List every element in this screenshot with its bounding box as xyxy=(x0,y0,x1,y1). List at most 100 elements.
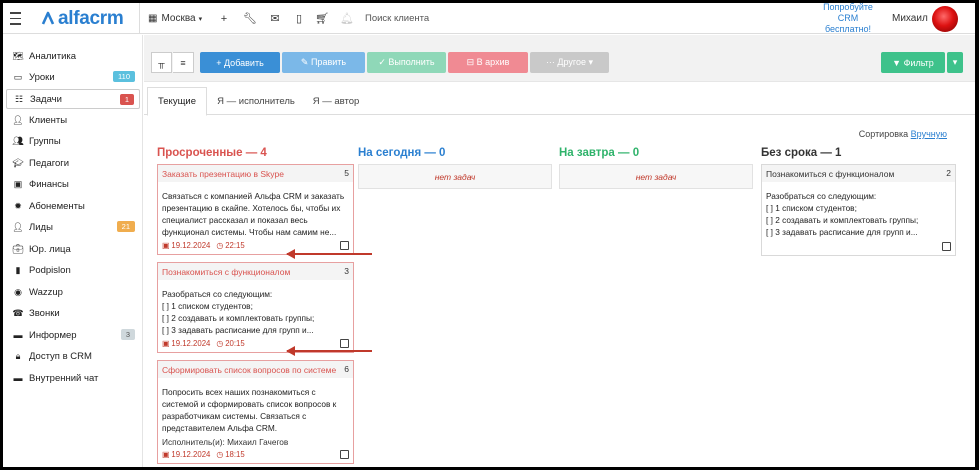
informer-badge: 3 xyxy=(120,329,135,340)
graduation-cap-icon: 🎓︎ xyxy=(12,157,24,168)
task-executor: Исполнитель(и): Михаил Гачегов xyxy=(162,437,289,447)
leads-icon: 👤︎ xyxy=(12,221,24,232)
column-nodate-title: Без срока — 1 xyxy=(761,147,842,159)
tasks-icon: ☷ xyxy=(14,93,24,104)
city-select[interactable]: ▦ Москва ▾ xyxy=(148,3,202,34)
annotation-arrow xyxy=(286,346,372,356)
toolbar: ╥ ≡ + Добавить ✎ Править ✓ Выполнить ⊟ В… xyxy=(144,35,975,82)
mail-icon[interactable]: ✉ xyxy=(266,3,284,34)
task-card[interactable]: Сформировать список вопросов по системе … xyxy=(157,360,354,464)
task-title[interactable]: Заказать презентацию в Skype xyxy=(162,169,284,179)
hamburger-icon xyxy=(9,12,21,14)
other-button[interactable]: ··· Другое ▾ xyxy=(530,52,609,73)
sidebar-item-finance[interactable]: ▣ Финансы xyxy=(6,174,140,194)
task-date: 19.12.2024 xyxy=(171,339,211,348)
kanban-view-button[interactable]: ╥ xyxy=(151,52,172,73)
sidebar-item-tasks[interactable]: ☷ Задачи 1 xyxy=(6,89,140,109)
tab-executor[interactable]: Я — исполнитель xyxy=(207,87,305,116)
task-card[interactable]: Заказать презентацию в Skype 5 Связаться… xyxy=(157,164,354,255)
app-logo[interactable]: alfacrm xyxy=(41,3,124,34)
sidebar-item-crm-access[interactable]: 🔒︎ Доступ в CRM xyxy=(6,346,140,366)
sidebar-item-wazzup[interactable]: ◉ Wazzup xyxy=(6,282,140,302)
sidebar-item-podpislon[interactable]: ▮ Podpislon xyxy=(6,260,140,280)
task-text: Связаться с компанией Альфа CRM и заказа… xyxy=(162,191,345,237)
bell-icon[interactable]: 🔔︎ xyxy=(338,3,356,34)
caret-down-icon: ▾ xyxy=(198,15,203,23)
tab-author[interactable]: Я — автор xyxy=(305,87,367,116)
sidebar-item-clients[interactable]: 👤︎ Клиенты xyxy=(6,110,140,130)
calendar-icon: ▣ xyxy=(162,339,170,348)
clock-icon: ◷ xyxy=(216,339,224,348)
task-checkbox[interactable] xyxy=(340,241,349,250)
task-checkbox[interactable] xyxy=(340,339,349,348)
task-number: 5 xyxy=(344,168,349,178)
task-checkbox[interactable] xyxy=(942,242,951,251)
sidebar-item-analytics[interactable]: 🗺︎ Аналитика xyxy=(6,46,140,66)
complete-button[interactable]: ✓ Выполнить xyxy=(367,52,446,73)
filter-dropdown-button[interactable]: ▾ xyxy=(947,52,963,73)
sort-mode-link[interactable]: Вручную xyxy=(911,129,947,139)
tab-current[interactable]: Текущие xyxy=(147,87,207,116)
add-button[interactable]: + Добавить xyxy=(200,52,280,73)
avatar[interactable] xyxy=(932,6,958,32)
sidebar-item-leads[interactable]: 👤︎ Лиды 21 xyxy=(6,217,140,237)
logo-text: alfacrm xyxy=(58,7,124,29)
sidebar-item-groups[interactable]: 👥︎ Группы xyxy=(6,131,140,151)
tasks-badge: 1 xyxy=(119,94,134,105)
calendar-icon: ▭ xyxy=(13,71,23,82)
sidebar-item-calls[interactable]: ☎ Звонки xyxy=(6,303,140,323)
sidebar-item-informer[interactable]: ▬ Информер 3 xyxy=(6,325,140,345)
task-text: Разобраться со следующим: [ ] 1 списком … xyxy=(766,191,919,237)
city-label: Москва xyxy=(161,13,196,24)
annotation-arrow xyxy=(286,249,372,259)
cart-icon[interactable]: 🛒︎ xyxy=(313,3,331,34)
list-view-button[interactable]: ≡ xyxy=(173,52,194,73)
sidebar-item-subscriptions[interactable]: ✹ Абонементы xyxy=(6,196,140,216)
app-window: alfacrm ▦ Москва ▾ + 🔧︎ ✉ ▯ 🛒︎ 🔔︎ Поиск … xyxy=(3,3,975,467)
task-deadline: ▣ 19.12.2024 ◷ 20:15 xyxy=(162,339,245,348)
column-tomorrow-title: На завтра — 0 xyxy=(559,147,640,159)
wrench-icon[interactable]: 🔧︎ xyxy=(241,3,259,34)
column-today-title: На сегодня — 0 xyxy=(358,147,446,159)
trial-promo-link[interactable]: Попробуйте CRM бесплатно! xyxy=(815,3,881,34)
task-text: Разобраться со следующим: [ ] 1 списком … xyxy=(162,289,315,335)
badge-icon: ✹ xyxy=(14,200,22,211)
task-number: 3 xyxy=(344,266,349,276)
sidebar-item-legal[interactable]: 💼︎ Юр. лица xyxy=(6,239,140,259)
sidebar-item-lessons[interactable]: ▭ Уроки 110 xyxy=(6,67,140,87)
task-time: 22:15 xyxy=(225,241,245,250)
edit-button[interactable]: ✎ Править xyxy=(282,52,365,73)
user-name[interactable]: Михаил xyxy=(892,3,928,34)
map-icon: 🗺︎ xyxy=(12,50,24,61)
phone-icon: ☎ xyxy=(12,307,24,318)
task-number: 6 xyxy=(344,364,349,374)
search-placeholder: Поиск клиента xyxy=(365,13,430,24)
sidebar-item-teachers[interactable]: 🎓︎ Педагоги xyxy=(6,153,140,173)
task-tabs: Текущие Я — исполнитель Я — автор xyxy=(144,87,975,116)
task-number: 2 xyxy=(946,168,951,178)
sort-control: Сортировка Вручную xyxy=(859,129,947,139)
task-deadline: ▣ 19.12.2024 ◷ 22:15 xyxy=(162,241,245,250)
task-title[interactable]: Познакомиться с функционалом xyxy=(162,267,290,277)
sidebar-item-internal-chat[interactable]: ▬ Внутренний чат xyxy=(6,368,140,388)
filter-button[interactable]: ▼ Фильтр xyxy=(881,52,945,73)
document-icon: ▮ xyxy=(15,264,21,275)
archive-button[interactable]: ⊟ В архив xyxy=(448,52,528,73)
add-icon[interactable]: + xyxy=(215,3,233,34)
whatsapp-icon: ◉ xyxy=(14,286,22,297)
task-card[interactable]: Познакомиться с функционалом 2 Разобрать… xyxy=(761,164,956,256)
menu-toggle-button[interactable] xyxy=(7,3,23,34)
task-card[interactable]: Познакомиться с функционалом 3 Разобрать… xyxy=(157,262,354,353)
client-search-input[interactable]: Поиск клиента xyxy=(365,3,429,34)
mobile-icon[interactable]: ▯ xyxy=(290,3,308,34)
columns-icon: ╥ xyxy=(158,57,165,68)
task-title[interactable]: Сформировать список вопросов по системе xyxy=(162,365,336,375)
sidebar: 🗺︎ Аналитика ▭ Уроки 110 ☷ Задачи 1 👤︎ Клиенты… xyxy=(3,35,143,467)
calendar-icon: ▣ xyxy=(162,241,170,250)
task-date: 19.12.2024 xyxy=(171,450,211,459)
task-date: 19.12.2024 xyxy=(171,241,211,250)
sort-label: Сортировка xyxy=(858,129,909,139)
task-title[interactable]: Познакомиться с функционалом xyxy=(766,169,894,179)
task-text: Попросить всех наших познакомиться с сис… xyxy=(162,387,337,433)
task-checkbox[interactable] xyxy=(340,450,349,459)
